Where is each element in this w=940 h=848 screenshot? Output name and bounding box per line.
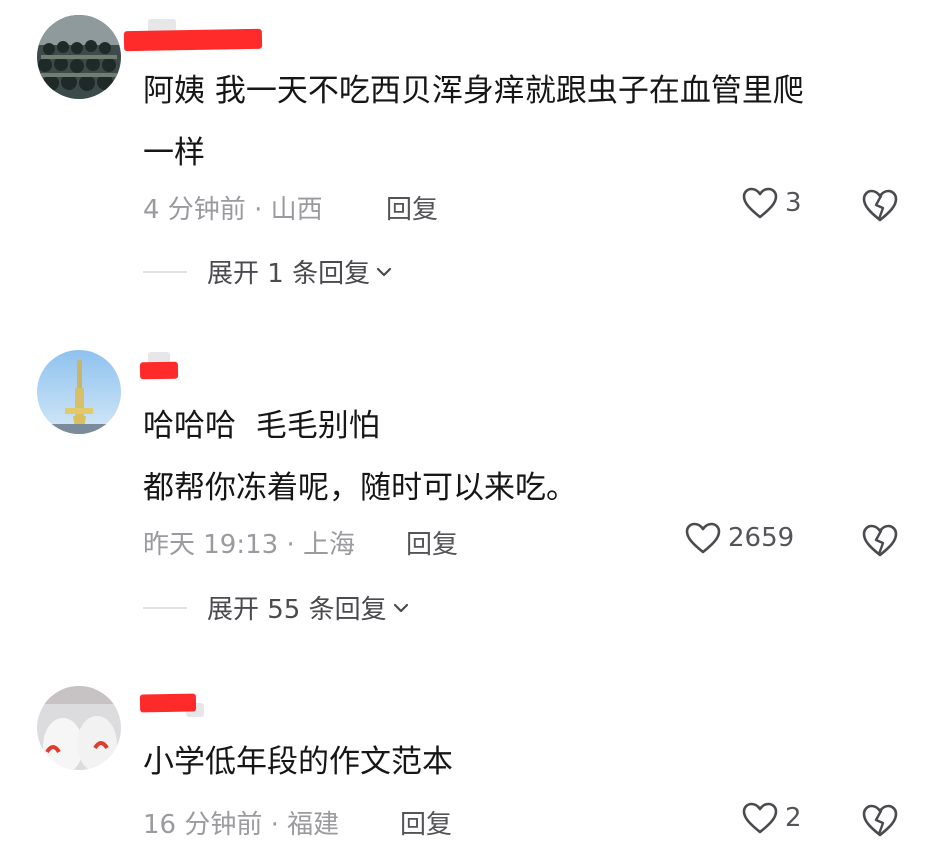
reply-button[interactable]: 回复 [386,189,438,226]
reply-button[interactable]: 回复 [406,524,458,561]
divider-line [143,270,187,273]
expand-replies-label: 展开 55 条回复 [207,595,387,625]
comment-text-line: 一样 [143,135,205,171]
dislike-button[interactable] [861,522,899,558]
avatar[interactable] [37,350,121,434]
expand-replies-button[interactable]: 展开 1 条回复 [143,253,392,290]
chevron-down-icon [393,603,408,612]
broken-heart-icon [862,804,898,837]
dislike-button[interactable] [861,802,899,838]
username-redaction [139,693,197,713]
like-button[interactable]: 2 [741,801,802,835]
dislike-button[interactable] [861,187,899,223]
heart-outline-icon [742,187,778,219]
like-count: 3 [785,188,802,218]
like-count: 2 [785,803,802,833]
comment-meta: 16 分钟前 · 福建 [143,810,340,840]
avatar[interactable] [37,686,121,770]
comment-text-line: 小学低年段的作文范本 [143,744,453,780]
broken-heart-icon [862,189,898,222]
avatar[interactable] [37,15,121,99]
like-count: 2659 [728,523,795,553]
comment-meta: 昨天 19:13 · 上海 [143,530,355,560]
heart-outline-icon [685,522,721,554]
broken-heart-icon [862,524,898,557]
like-button[interactable]: 3 [741,186,802,220]
comment-meta: 4 分钟前 · 山西 [143,195,323,225]
reply-button[interactable]: 回复 [400,804,452,841]
comment-text-line: 阿姨 我一天不吃西贝浑身痒就跟虫子在血管里爬 [143,73,804,109]
comment-text: 哈哈哈 毛毛别怕 都帮你冻着呢，随时可以来吃。 [143,395,903,519]
chevron-down-icon [376,267,392,276]
username-redaction [123,28,263,52]
comment-text: 阿姨 我一天不吃西贝浑身痒就跟虫子在血管里爬 一样 [143,60,903,184]
expand-replies-label: 展开 1 条回复 [207,259,371,289]
divider-line [143,606,187,609]
like-button[interactable]: 2659 [684,521,794,555]
expand-replies-button[interactable]: 展开 55 条回复 [143,589,409,626]
username-redaction [139,361,179,380]
comment-text-line: 都帮你冻着呢，随时可以来吃。 [143,470,577,506]
comment-text-line: 哈哈哈 毛毛别怕 [143,408,380,444]
heart-outline-icon [742,802,778,834]
comment-text: 小学低年段的作文范本 [143,731,903,793]
